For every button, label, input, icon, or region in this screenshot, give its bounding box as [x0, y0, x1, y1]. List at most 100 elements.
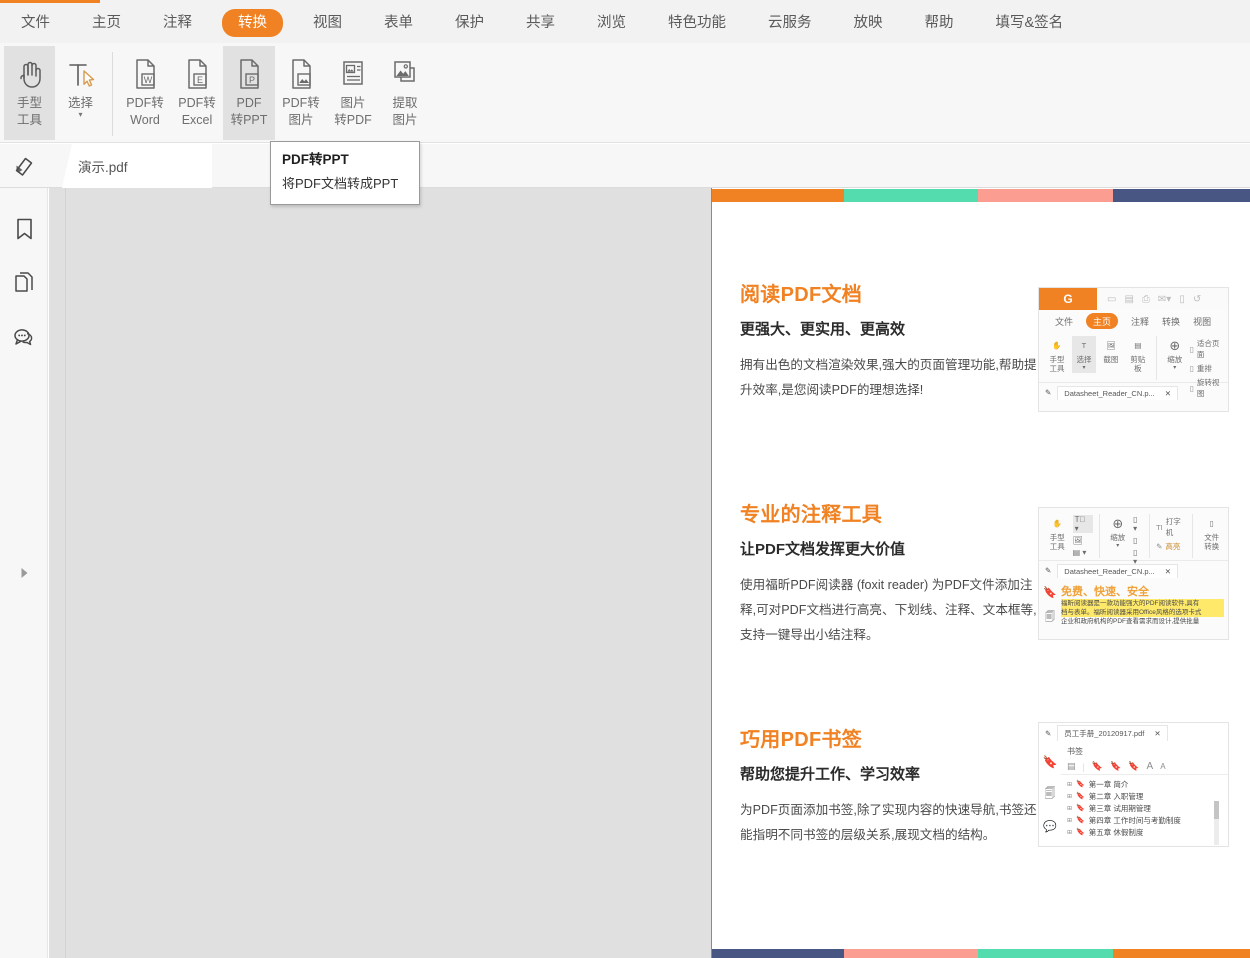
menu-tab-5[interactable]: 表单	[372, 9, 425, 38]
expand-arrow-icon	[18, 566, 30, 580]
section-2-heading: 专业的注释工具	[740, 503, 1040, 528]
section-1-body: 拥有出色的文档渲染效果,强大的页面管理功能,帮助提升效率,是您阅读PDF的理想选…	[740, 353, 1040, 403]
mock-file-tab-label: Datasheet_Reader_CN.p...	[1064, 567, 1154, 576]
extract-image-icon	[389, 54, 421, 94]
mock-scrollbar	[1214, 801, 1219, 845]
mock-tool-hand: ✋ 手型 工具	[1045, 336, 1069, 373]
pdf-to-ppt-icon: P	[234, 54, 264, 94]
mock-tab-row: 文件主页注释转换视图	[1039, 310, 1228, 332]
section-3-body: 为PDF页面添加书签,除了实现内容的快速导航,书签还能指明不同书签的层级关系,展…	[740, 798, 1040, 848]
ribbon-button-extract-image[interactable]: 提取 图片	[379, 46, 431, 140]
mock-tool-clipboard: ▤ 剪贴 板	[1126, 336, 1150, 373]
edit-bookmark-icon: 🔖	[1110, 761, 1121, 772]
menu-tab-6[interactable]: 保护	[443, 9, 496, 38]
mock-tool-zoom: ⊕ 缩放 ▾	[1163, 336, 1187, 373]
mock-bookmark-area: 🔖 🗐 💬 ▾ 书签 ▤ | 🔖 🔖	[1039, 743, 1228, 847]
mock-tool-label: 工具	[1049, 364, 1064, 373]
tooltip-description: 将PDF文档转成PPT	[282, 174, 408, 194]
ribbon-button-pdf-to-word[interactable]: W PDF转 Word	[119, 46, 171, 140]
ribbon-label-line1: PDF转	[282, 96, 320, 111]
close-icon: ✕	[1154, 729, 1160, 738]
mock-file-tab: Datasheet_Reader_CN.p... ✕	[1057, 564, 1178, 578]
ribbon-label-line1: 手型	[17, 96, 42, 111]
mock-doc-line-1: 档与表单。福昕阅读器采用Office风格的选项卡式	[1061, 608, 1224, 617]
print-icon: ⎙	[1142, 294, 1150, 305]
mock-tool-label: 板	[1134, 364, 1142, 373]
expand-panel-button[interactable]	[0, 560, 48, 586]
mock-doc-lines: 福昕阅读器是一款功能强大的PDF阅读软件,具有档与表单。福昕阅读器采用Offic…	[1061, 599, 1224, 626]
menu-tab-3[interactable]: 转换	[222, 9, 283, 38]
select-tool-icon	[64, 54, 98, 94]
menu-tab-9[interactable]: 特色功能	[656, 9, 738, 38]
pen-edit-icon: ✎	[1045, 388, 1051, 397]
ribbon-button-pdf-to-excel[interactable]: E PDF转 Excel	[171, 46, 223, 140]
new-doc-icon: ▯	[1179, 294, 1185, 305]
mock-bookmark-list: ⊞🔖第一章 简介⊞🔖第二章 入职管理⊞🔖第三章 试用期管理⊞🔖第四章 工作时间与…	[1061, 775, 1228, 839]
mock-tool-convert: ▯ 文件 转换	[1199, 514, 1224, 551]
ribbon-button-select-tool[interactable]: 选择 ▾	[55, 46, 106, 140]
new-bookmark-icon: 🔖	[1092, 761, 1103, 772]
document-viewer[interactable]: 阅读PDF文档 更强大、更实用、更高效 拥有出色的文档渲染效果,强大的页面管理功…	[49, 188, 1250, 958]
folder-open-icon: ▭	[1107, 294, 1116, 305]
mock-tool-label: 截图	[1103, 355, 1118, 364]
menu-tab-10[interactable]: 云服务	[756, 9, 824, 38]
mock-doc-line-0: 福昕阅读器是一款功能强大的PDF阅读软件,具有	[1061, 599, 1224, 608]
section-3-heading: 巧用PDF书签	[740, 728, 1040, 753]
mock-file-tab-row: ✎ Datasheet_Reader_CN.p... ✕	[1039, 560, 1228, 580]
mock-page-tools: ▯ ▾▯▯ ▾	[1133, 514, 1143, 566]
mock-tool-select: T 选择 ▾	[1072, 336, 1096, 373]
menu-tab-2[interactable]: 注释	[151, 9, 204, 38]
mock-view-option-1: ▯重排	[1190, 363, 1224, 374]
menu-tab-4[interactable]: 视图	[301, 9, 354, 38]
menu-tab-13[interactable]: 填写&签名	[984, 9, 1076, 38]
ribbon-button-image-to-pdf[interactable]: 图片 转PDF	[327, 46, 379, 140]
svg-text:E: E	[197, 75, 203, 85]
pen-edit-icon: ✎	[1045, 729, 1051, 738]
mock-view-options: ▯适合页面▯重排▯旋转视图	[1190, 336, 1224, 399]
sidebar-item-pages[interactable]	[0, 256, 48, 310]
section-2-body: 使用福昕PDF阅读器 (foxit reader) 为PDF文件添加注释,可对P…	[740, 573, 1040, 648]
mock-tool-zoom: ⊕ 缩放 ▾	[1105, 514, 1130, 551]
list-icon: ▤	[1067, 761, 1076, 772]
sidebar-item-bookmarks[interactable]	[0, 202, 48, 256]
foxit-reader-window: 文件主页注释转换视图表单保护共享浏览特色功能云服务放映帮助填写&签名 手型 工具	[0, 0, 1250, 958]
mock-logo: G	[1039, 288, 1097, 310]
mock-tool-label: 转换	[1204, 542, 1219, 551]
section-2-text: 专业的注释工具 让PDF文档发挥更大价值 使用福昕PDF阅读器 (foxit r…	[740, 503, 1040, 648]
mock-doc-area: 🔖 🗐 免费、快速、安全 福昕阅读器是一款功能强大的PDF阅读软件,具有档与表单…	[1039, 580, 1228, 627]
delete-bookmark-icon: 🔖	[1128, 761, 1139, 772]
menu-tab-7[interactable]: 共享	[514, 9, 567, 38]
color-bar-segment-0	[712, 949, 844, 958]
menu-tab-8[interactable]: 浏览	[585, 9, 638, 38]
chevron-down-icon[interactable]: ▾	[78, 112, 82, 118]
mock-tab-2: 注释	[1131, 315, 1149, 328]
sidebar-item-comments[interactable]	[0, 310, 48, 364]
comments-icon	[12, 325, 36, 349]
pen-edit-icon[interactable]	[0, 144, 48, 188]
mock-tool-label: 缩放	[1110, 533, 1125, 542]
viewer-gutter-line	[65, 188, 66, 958]
document-tab[interactable]: 演示.pdf	[62, 144, 212, 188]
menu-tab-1[interactable]: 主页	[80, 9, 133, 38]
ribbon-button-hand-tool[interactable]: 手型 工具	[4, 46, 55, 140]
pages-icon	[13, 271, 36, 295]
color-bar-segment-2	[978, 949, 1113, 958]
ribbon-label-line1: PDF转	[126, 96, 164, 111]
ribbon-toolbar: 手型 工具 选择 ▾	[0, 43, 1250, 143]
ribbon-separator	[112, 52, 113, 136]
ribbon-label-line1: 选择	[68, 96, 93, 111]
image-to-pdf-icon	[337, 54, 369, 94]
section-3-screenshot: ✎ 员工手册_20120917.pdf ✕ 🔖 🗐 💬 ▾	[1038, 722, 1229, 847]
mock-tool-label: 剪贴	[1130, 355, 1145, 364]
ribbon-button-pdf-to-ppt[interactable]: P PDF 转PPT	[223, 46, 275, 140]
menu-tab-0[interactable]: 文件	[9, 9, 62, 38]
pen-edit-icon: ✎	[1045, 566, 1051, 575]
menu-tab-12[interactable]: 帮助	[913, 9, 966, 38]
mock-tool-label: 手型	[1050, 533, 1065, 542]
mock-titlebar: G ▭ ▤ ⎙ ✉▾ ▯ ↺	[1039, 288, 1228, 310]
section-3-subheading: 帮助您提升工作、学习效率	[740, 765, 1040, 785]
color-bar-segment-1	[844, 949, 979, 958]
ribbon-button-pdf-to-image[interactable]: PDF转 图片	[275, 46, 327, 140]
menu-tab-11[interactable]: 放映	[842, 9, 895, 38]
mock-annot-option-0: TI打字机	[1156, 516, 1186, 538]
